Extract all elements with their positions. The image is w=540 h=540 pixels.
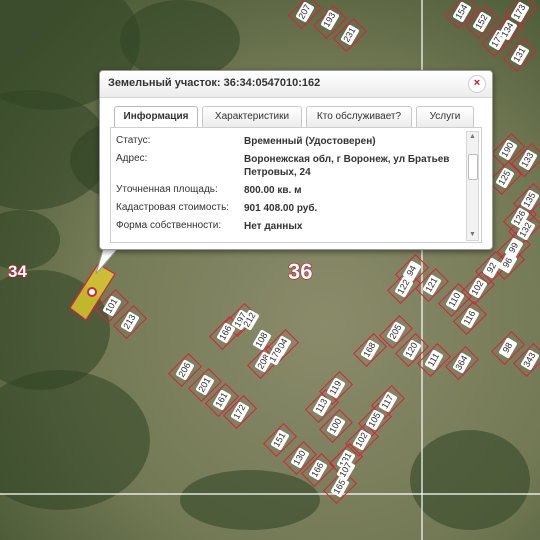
address-value: Воронежская обл, г Воронеж, ул Братьев П… [244,154,450,178]
area-label: Уточненная площадь: [116,184,218,195]
close-icon[interactable]: × [468,75,486,93]
parcel-info-popup: Земельный участок: 36:34:0547010:162 × И… [99,70,493,250]
address-label: Адрес: [116,153,148,164]
tab-who-serves[interactable]: Кто обслуживает? [306,106,412,127]
ownership-value: Нет данных [244,221,303,232]
marker-icon [87,287,97,297]
scroll-up-icon[interactable]: ▲ [467,132,478,142]
status-label: Статус: [116,135,151,146]
cadastral-value-label: Кадастровая стоимость: [116,202,230,213]
panel-scrollbar[interactable]: ▲ ▼ [466,131,479,241]
popup-title: Земельный участок: 36:34:0547010:162 [108,77,321,89]
zone-label-36: 36 [288,259,312,284]
info-panel: Статус: Временный (Удостоверен) Адрес: В… [110,127,482,243]
forest-patch [180,470,320,530]
forest-patch [120,0,240,80]
forest-patch [410,430,530,530]
area-value: 800.00 кв. м [244,185,302,196]
popup-pointer [95,246,121,275]
popup-header: Земельный участок: 36:34:0547010:162 × [100,71,492,98]
tab-characteristics[interactable]: Характеристики [202,106,302,127]
scroll-down-icon[interactable]: ▼ [467,230,478,240]
tab-info[interactable]: Информация [114,106,198,129]
cadastral-value-value: 901 408.00 руб. [244,203,318,214]
scroll-thumb[interactable] [468,154,478,180]
zone-label-34: 34 [8,262,27,281]
ownership-label: Форма собственности: [116,220,222,231]
status-value: Временный (Удостоверен) [244,136,376,147]
tab-services[interactable]: Услуги [416,106,474,127]
